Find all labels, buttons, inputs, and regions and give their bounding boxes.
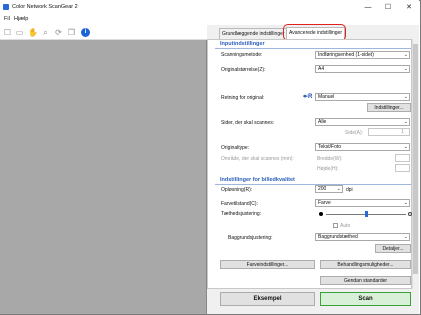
doc-size-select[interactable]: A4 ⌄: [315, 65, 410, 73]
rectangle-select-icon[interactable]: ▭: [15, 28, 24, 37]
density-slider-thumb[interactable]: [364, 211, 368, 217]
background-label: Baggrundsjustering:: [228, 235, 273, 241]
doc-size-label: Originalstørrelse(Z):: [221, 67, 266, 73]
scrollbar-thumb[interactable]: [413, 44, 418, 274]
height-input[interactable]: [395, 164, 410, 172]
scan-button[interactable]: Scan: [320, 292, 411, 306]
preview-area: [0, 40, 207, 314]
quality-settings-heading: Indstillinger for billedkvalitet: [220, 177, 295, 183]
chevron-down-icon: ⌄: [403, 200, 408, 206]
color-settings-button[interactable]: Farveindstillinger...: [220, 260, 315, 269]
scan-area-label: Område, der skal scannes (mm):: [221, 156, 294, 162]
doc-type-select[interactable]: Tekst/Foto ⌄: [315, 143, 410, 151]
chevron-down-icon: ⌄: [403, 144, 408, 150]
new-page-icon[interactable]: ☐: [3, 28, 12, 37]
scan-mode-select[interactable]: Indføringsenhed (1-sidet) ⌄: [315, 51, 410, 59]
section-divider: [215, 48, 411, 49]
menu-help[interactable]: Hjælp: [14, 16, 28, 22]
section-divider: [215, 184, 411, 185]
orientation-label: Retning for original:: [221, 95, 265, 101]
auto-checkbox[interactable]: [333, 223, 338, 228]
window-title: Color Network ScanGear 2: [12, 4, 78, 10]
preview-button[interactable]: Eksempel: [220, 292, 315, 306]
chevron-down-icon: ⌄: [403, 119, 408, 125]
orientation-select[interactable]: Manuel ⌄: [315, 93, 410, 101]
width-label: Bredde(W):: [317, 156, 343, 162]
density-max-icon: [408, 212, 412, 216]
page-spinner[interactable]: 1: [368, 128, 410, 136]
page-field-label: Side(A):: [345, 130, 364, 136]
doc-type-label: Originaltype:: [221, 145, 250, 151]
density-min-icon: [319, 212, 323, 216]
chevron-down-icon: ⌄: [403, 66, 408, 72]
copy-icon[interactable]: ❐: [67, 28, 76, 37]
width-input[interactable]: [395, 154, 410, 162]
close-button[interactable]: ✕: [399, 0, 419, 15]
auto-label: Auto: [340, 223, 351, 229]
processing-options-button[interactable]: Behandlingsmuligheder...: [320, 260, 411, 269]
background-select[interactable]: Baggrundstæthed ⌄: [315, 233, 410, 241]
input-settings-heading: Inputindstillinger: [220, 41, 265, 47]
color-mode-label: Farvetilstand(C):: [221, 201, 258, 207]
pages-label: Sider, der skal scannes:: [221, 120, 275, 126]
resolution-unit: dpi: [346, 187, 353, 193]
zoom-icon[interactable]: ⌕: [41, 28, 50, 37]
orientation-icon: ↞R: [303, 94, 313, 100]
menu-bar: [0, 15, 419, 25]
chevron-down-icon: ⌄: [336, 186, 341, 192]
info-icon[interactable]: i: [81, 28, 90, 37]
color-mode-select[interactable]: Farve ⌄: [315, 199, 410, 207]
density-label: Tæthedsjustering:: [221, 211, 262, 217]
chevron-down-icon: ⌄: [403, 94, 408, 100]
details-button[interactable]: Detaljer...: [375, 244, 411, 253]
maximize-button[interactable]: ☐: [378, 0, 398, 15]
restore-defaults-button[interactable]: Gendan standarder: [320, 276, 411, 285]
tab-basic[interactable]: Grundlæggende indstillinger: [219, 28, 288, 39]
menu-file[interactable]: Fil: [4, 16, 10, 22]
resolution-label: Opløsning(R):: [221, 187, 253, 193]
resolution-select[interactable]: 200 ⌄: [315, 185, 343, 193]
orientation-settings-button[interactable]: Indstillinger...: [367, 103, 411, 112]
minimize-button[interactable]: —: [358, 0, 378, 15]
chevron-down-icon: ⌄: [403, 52, 408, 58]
pages-select[interactable]: Alle ⌄: [315, 118, 410, 126]
rotate-icon[interactable]: ⟳: [54, 28, 63, 37]
app-icon: [3, 4, 9, 10]
chevron-down-icon: ⌄: [403, 234, 408, 240]
height-label: Højde(H):: [317, 166, 339, 172]
hand-icon[interactable]: ✋: [28, 28, 38, 37]
scan-mode-label: Scanningsmetode:: [221, 52, 263, 58]
